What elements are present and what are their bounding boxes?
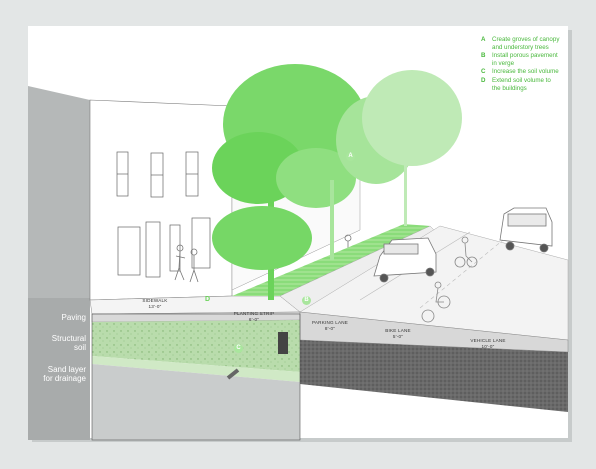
marker-a: A	[346, 152, 355, 161]
planting-strip-dimension: 6'-0"	[248, 316, 260, 322]
building-facade	[89, 99, 233, 301]
sidewalk-dimension: 13'-0"	[148, 303, 162, 309]
legend-text-d: Extend soil volume to the buildings	[492, 76, 551, 92]
structural-soil-label: Structural soil	[51, 334, 86, 352]
bike-lane-dimension: 5'-0"	[392, 333, 404, 339]
parking-lane-dimension: 8'-0"	[324, 325, 336, 331]
parking-zone-label: PARKING LANE 8'-0"	[312, 320, 348, 331]
legend-key-b: B	[481, 52, 486, 60]
legend-key-d: D	[481, 76, 486, 84]
marker-d: D	[205, 296, 211, 303]
planting-strip-label: PLANTING STRIP	[233, 311, 275, 316]
vehicle-zone-label: VEHICLE LANE 10'-0"	[470, 338, 506, 349]
legend-item-d: D Extend soil volume to the buildings	[481, 77, 559, 93]
sand-layer-label: Sand layer for drainage	[43, 365, 86, 383]
legend-item-a: A Create groves of canopy and understory …	[481, 36, 559, 52]
illustration-stage: Paving Structural soil Sand layer for dr…	[0, 0, 596, 469]
bike-zone-label: BIKE LANE 5'-0"	[384, 328, 412, 339]
legend: A Create groves of canopy and understory …	[481, 36, 559, 93]
legend-item-c: C Increase the soil volume	[481, 68, 559, 76]
curb	[278, 332, 288, 354]
marker-c: C	[234, 344, 243, 353]
sidewalk-zone-label: SIDEWALK 13'-0"	[140, 298, 170, 309]
vehicle-lane-label: VEHICLE LANE	[470, 338, 506, 343]
legend-key-c: C	[481, 68, 486, 76]
planting-zone-label: PLANTING STRIP 6'-0"	[230, 311, 278, 322]
legend-text-b: Install porous pavement in verge	[492, 52, 558, 67]
legend-text-c: Increase the soil volume	[492, 68, 559, 76]
side-building	[28, 86, 90, 298]
sidewalk-label: SIDEWALK	[142, 298, 168, 303]
parking-lane-label: PARKING LANE	[312, 320, 349, 325]
paving-label: Paving	[61, 313, 86, 322]
vehicle-lane-dimension: 10'-0"	[481, 343, 495, 349]
bike-lane-label: BIKE LANE	[385, 328, 411, 333]
legend-item-b: B Install porous pavement in verge	[481, 52, 559, 68]
legend-key-a: A	[481, 36, 486, 43]
legend-text-a: Create groves of canopy and understory t…	[492, 36, 560, 51]
marker-b: B	[302, 296, 311, 305]
